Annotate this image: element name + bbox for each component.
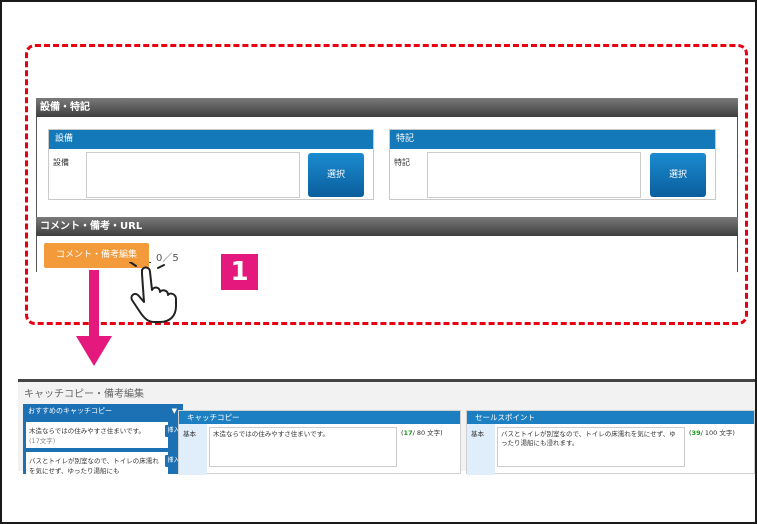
sales-point-textarea[interactable]: バスとトイレが別室なので、トイレの床濡れを気にせず、ゆったり湯船にも浸れます。 [497,427,685,467]
equipment-row-label: 設備 [53,158,69,167]
notes-panel-header: 特記 [390,130,715,149]
section-right-border [737,117,738,217]
recommend-item-text: 木造ならではの住みやすさ住まいです。 [29,427,145,435]
recommend-item-text: バスとトイレが別室なので、トイレの床濡れを気にせず、ゆったり湯船にも [29,457,159,475]
down-arrow-shaft [89,270,99,338]
recommend-panel: おすすめのキャッチコピー ▼ 木造ならではの住みやすさ住まいです。 (17文字)… [23,404,183,475]
equipment-section-title: 設備・特記 [40,102,90,113]
notes-panel: 特記 特記 選択 [389,129,716,200]
sales-point-label: 基本 [467,424,495,475]
sales-point-header: セールスポイント [467,411,754,424]
editor-screenshot: キャッチコピー・備考編集 おすすめのキャッチコピー ▼ 木造ならではの住みやすさ… [18,379,755,475]
comment-section-title: コメント・備考・URL [40,221,143,232]
pointer-hand-icon [129,262,177,323]
recommend-item: 木造ならではの住みやすさ住まいです。 (17文字) 挿入 [26,422,182,448]
catch-copy-textarea[interactable]: 木造ならではの住みやすさ住まいです。 [209,427,397,467]
recommend-item-length: (17文字) [29,437,56,445]
catch-copy-counter: (17/ 80 文字) [401,429,443,437]
catch-copy-label: 基本 [179,424,207,475]
editor-title: キャッチコピー・備考編集 [24,389,144,400]
comment-left-border [36,236,37,272]
comment-section-bar: コメント・備考・URL [36,217,738,236]
equipment-select-button[interactable]: 選択 [308,153,364,197]
sales-point-counter: (39/ 100 文字) [689,429,735,437]
notes-select-button[interactable]: 選択 [650,153,706,197]
down-arrow-icon [76,336,112,366]
equipment-section-bar: 設備・特記 [36,98,738,117]
sales-point-panel: セールスポイント 基本 バスとトイレが別室なので、トイレの床濡れを気にせず、ゆっ… [466,410,755,475]
equipment-panel-header: 設備 [49,130,373,149]
notes-row-label: 特記 [394,158,410,167]
catch-copy-panel: キャッチコピー 基本 木造ならではの住みやすさ住まいです。 (17/ 80 文字… [178,410,461,475]
equipment-panel: 設備 設備 選択 [48,129,374,200]
section-left-border [36,117,37,217]
notes-field[interactable] [427,152,641,198]
recommend-item: バスとトイレが別室なので、トイレの床濡れを気にせず、ゆったり湯船にも 挿入 [26,452,182,475]
catch-copy-header: キャッチコピー [179,411,460,424]
step-badge: 1 [221,254,258,290]
chevron-down-icon[interactable]: ▼ [172,404,177,418]
recommend-header[interactable]: おすすめのキャッチコピー ▼ [23,404,183,418]
recommend-header-label: おすすめのキャッチコピー [28,407,112,415]
comment-right-border [737,236,738,272]
equipment-field[interactable] [86,152,300,198]
